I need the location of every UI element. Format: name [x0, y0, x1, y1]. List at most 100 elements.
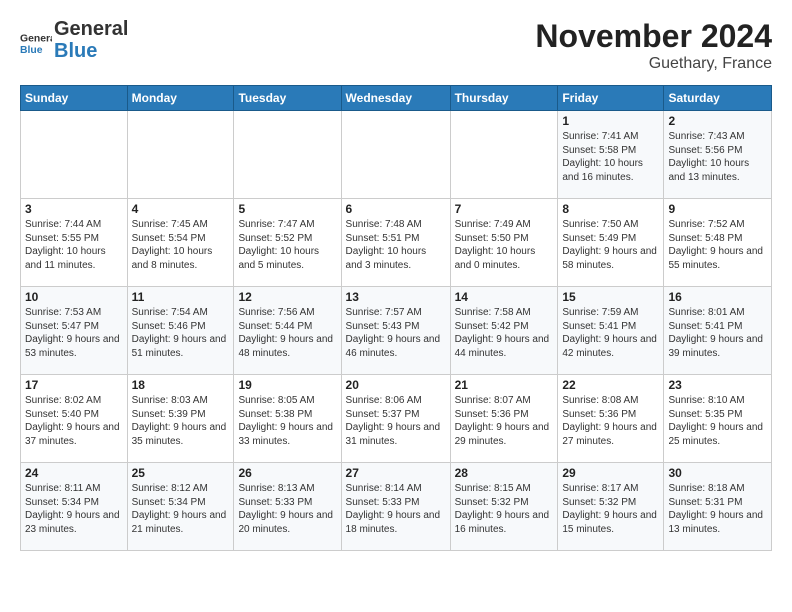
day-cell: 2Sunrise: 7:43 AMSunset: 5:56 PMDaylight… [664, 111, 772, 199]
week-row-3: 10 Sunrise: 7:53 AMSunset: 5:47 PMDayligh… [21, 287, 772, 375]
day-cell: 14 Sunrise: 7:58 AMSunset: 5:42 PMDayligh… [450, 287, 558, 375]
day-number: 28 [455, 466, 554, 480]
weekday-header-row: SundayMondayTuesdayWednesdayThursdayFrid… [21, 86, 772, 111]
day-cell: 17 Sunrise: 8:02 AMSunset: 5:40 PMDayligh… [21, 375, 128, 463]
day-number: 4 [132, 202, 230, 216]
day-info: Sunrise: 8:15 AMSunset: 5:32 PMDaylight:… [455, 482, 554, 536]
day-info: Sunrise: 8:06 AMSunset: 5:37 PMDaylight:… [346, 394, 446, 448]
day-info: Sunrise: 8:08 AMSunset: 5:36 PMDaylight:… [562, 394, 659, 448]
day-cell: 24 Sunrise: 8:11 AMSunset: 5:34 PMDayligh… [21, 463, 128, 551]
svg-text:Blue: Blue [20, 45, 43, 56]
day-number: 2 [668, 114, 767, 128]
day-cell: 12 Sunrise: 7:56 AMSunset: 5:44 PMDayligh… [234, 287, 341, 375]
page-subtitle: Guethary, France [535, 55, 772, 73]
day-number: 7 [455, 202, 554, 216]
day-cell: 4 Sunrise: 7:45 AMSunset: 5:54 PMDaylight… [127, 199, 234, 287]
day-cell: 25Sunrise: 8:12 AMSunset: 5:34 PMDayligh… [127, 463, 234, 551]
day-cell: 23 Sunrise: 8:10 AMSunset: 5:35 PMDayligh… [664, 375, 772, 463]
day-info: Sunrise: 8:14 AMSunset: 5:33 PMDaylight:… [346, 482, 446, 536]
day-number: 29 [562, 466, 659, 480]
day-info: Sunrise: 8:18 AMSunset: 5:31 PMDaylight:… [668, 482, 767, 536]
page: General Blue General Blue November 2024 … [0, 0, 792, 561]
day-number: 27 [346, 466, 446, 480]
logo-general: General [54, 18, 128, 40]
day-cell [450, 111, 558, 199]
day-number: 22 [562, 378, 659, 392]
week-row-5: 24 Sunrise: 8:11 AMSunset: 5:34 PMDayligh… [21, 463, 772, 551]
day-number: 11 [132, 290, 230, 304]
day-number: 9 [668, 202, 767, 216]
day-cell: 21 Sunrise: 8:07 AMSunset: 5:36 PMDayligh… [450, 375, 558, 463]
day-number: 16 [668, 290, 767, 304]
weekday-header-sunday: Sunday [21, 86, 128, 111]
day-cell: 16 Sunrise: 8:01 AMSunset: 5:41 PMDayligh… [664, 287, 772, 375]
day-cell [234, 111, 341, 199]
day-cell: 13Sunrise: 7:57 AMSunset: 5:43 PMDayligh… [341, 287, 450, 375]
day-number: 21 [455, 378, 554, 392]
weekday-header-thursday: Thursday [450, 86, 558, 111]
day-info: Sunrise: 7:44 AMSunset: 5:55 PMDaylight:… [25, 218, 123, 272]
day-info: Sunrise: 8:01 AMSunset: 5:41 PMDaylight:… [668, 306, 767, 360]
logo-icon: General Blue [20, 24, 52, 56]
day-info: Sunrise: 7:53 AMSunset: 5:47 PMDaylight:… [25, 306, 123, 360]
calendar: SundayMondayTuesdayWednesdayThursdayFrid… [20, 85, 772, 551]
day-cell [341, 111, 450, 199]
day-info: Sunrise: 8:10 AMSunset: 5:35 PMDaylight:… [668, 394, 767, 448]
day-cell: 9 Sunrise: 7:52 AMSunset: 5:48 PMDaylight… [664, 199, 772, 287]
day-info: Sunrise: 7:41 AMSunset: 5:58 PMDaylight:… [562, 130, 659, 184]
day-number: 23 [668, 378, 767, 392]
day-info: Sunrise: 8:17 AMSunset: 5:32 PMDaylight:… [562, 482, 659, 536]
header: General Blue General Blue November 2024 … [20, 18, 772, 73]
day-cell [127, 111, 234, 199]
day-cell: 19 Sunrise: 8:05 AMSunset: 5:38 PMDayligh… [234, 375, 341, 463]
day-number: 24 [25, 466, 123, 480]
day-cell: 20 Sunrise: 8:06 AMSunset: 5:37 PMDayligh… [341, 375, 450, 463]
week-row-1: 1 Sunrise: 7:41 AMSunset: 5:58 PMDaylight… [21, 111, 772, 199]
day-cell: 7 Sunrise: 7:49 AMSunset: 5:50 PMDaylight… [450, 199, 558, 287]
day-info: Sunrise: 7:54 AMSunset: 5:46 PMDaylight:… [132, 306, 230, 360]
day-info: Sunrise: 8:02 AMSunset: 5:40 PMDaylight:… [25, 394, 123, 448]
day-number: 1 [562, 114, 659, 128]
day-number: 14 [455, 290, 554, 304]
day-info: Sunrise: 7:47 AMSunset: 5:52 PMDaylight:… [238, 218, 336, 272]
day-info: Sunrise: 7:52 AMSunset: 5:48 PMDaylight:… [668, 218, 767, 272]
weekday-header-friday: Friday [558, 86, 664, 111]
svg-text:General: General [20, 34, 52, 45]
logo: General Blue General Blue [20, 18, 128, 62]
day-info: Sunrise: 8:03 AMSunset: 5:39 PMDaylight:… [132, 394, 230, 448]
weekday-header-wednesday: Wednesday [341, 86, 450, 111]
day-info: Sunrise: 8:05 AMSunset: 5:38 PMDaylight:… [238, 394, 336, 448]
day-number: 26 [238, 466, 336, 480]
day-info: Sunrise: 7:48 AMSunset: 5:51 PMDaylight:… [346, 218, 446, 272]
day-number: 12 [238, 290, 336, 304]
day-cell: 8Sunrise: 7:50 AMSunset: 5:49 PMDaylight… [558, 199, 664, 287]
week-row-4: 17 Sunrise: 8:02 AMSunset: 5:40 PMDayligh… [21, 375, 772, 463]
day-number: 18 [132, 378, 230, 392]
day-cell: 3 Sunrise: 7:44 AMSunset: 5:55 PMDaylight… [21, 199, 128, 287]
day-cell: 26Sunrise: 8:13 AMSunset: 5:33 PMDayligh… [234, 463, 341, 551]
weekday-header-tuesday: Tuesday [234, 86, 341, 111]
page-title: November 2024 [535, 18, 772, 55]
day-cell: 6Sunrise: 7:48 AMSunset: 5:51 PMDaylight… [341, 199, 450, 287]
day-number: 30 [668, 466, 767, 480]
day-info: Sunrise: 7:59 AMSunset: 5:41 PMDaylight:… [562, 306, 659, 360]
day-info: Sunrise: 7:56 AMSunset: 5:44 PMDaylight:… [238, 306, 336, 360]
day-info: Sunrise: 8:11 AMSunset: 5:34 PMDaylight:… [25, 482, 123, 536]
day-info: Sunrise: 8:07 AMSunset: 5:36 PMDaylight:… [455, 394, 554, 448]
day-cell: 11 Sunrise: 7:54 AMSunset: 5:46 PMDayligh… [127, 287, 234, 375]
day-cell: 27 Sunrise: 8:14 AMSunset: 5:33 PMDayligh… [341, 463, 450, 551]
day-cell: 28 Sunrise: 8:15 AMSunset: 5:32 PMDayligh… [450, 463, 558, 551]
day-cell: 10 Sunrise: 7:53 AMSunset: 5:47 PMDayligh… [21, 287, 128, 375]
day-number: 3 [25, 202, 123, 216]
day-info: Sunrise: 7:58 AMSunset: 5:42 PMDaylight:… [455, 306, 554, 360]
day-number: 8 [562, 202, 659, 216]
day-info: Sunrise: 7:45 AMSunset: 5:54 PMDaylight:… [132, 218, 230, 272]
day-info: Sunrise: 7:49 AMSunset: 5:50 PMDaylight:… [455, 218, 554, 272]
day-number: 10 [25, 290, 123, 304]
week-row-2: 3 Sunrise: 7:44 AMSunset: 5:55 PMDaylight… [21, 199, 772, 287]
day-number: 17 [25, 378, 123, 392]
day-number: 20 [346, 378, 446, 392]
day-number: 19 [238, 378, 336, 392]
weekday-header-saturday: Saturday [664, 86, 772, 111]
logo-blue: Blue [54, 40, 128, 62]
